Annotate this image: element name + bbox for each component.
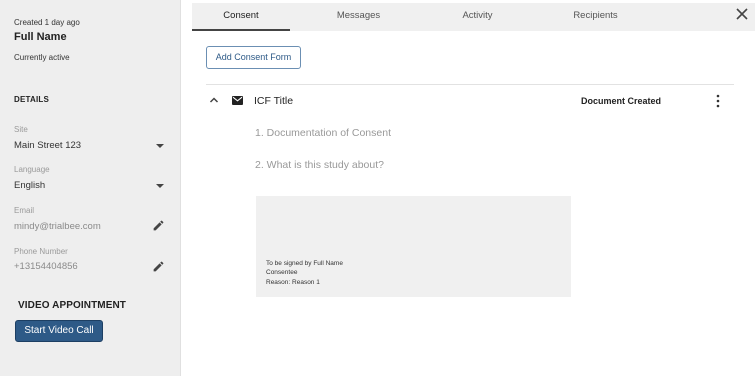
signature-reason: Reason: Reason 1 — [266, 279, 320, 286]
email-field: mindy@trialbee.com — [14, 221, 101, 232]
signature-role: Consentee — [266, 269, 298, 276]
tab-messages[interactable]: Messages — [316, 3, 401, 31]
envelope-icon — [232, 96, 243, 105]
site-select[interactable]: Main Street 123 — [14, 140, 81, 151]
divider — [206, 84, 734, 85]
site-chevron-down-icon[interactable] — [156, 144, 164, 148]
language-select[interactable]: English — [14, 180, 45, 191]
email-label: Email — [14, 206, 35, 215]
phone-field: +13154404856 — [14, 261, 78, 272]
more-vertical-icon[interactable] — [715, 94, 721, 108]
start-video-call-button[interactable]: Start Video Call — [15, 320, 103, 342]
consent-section-item[interactable]: 2. What is this study about? — [255, 159, 384, 171]
patient-status: Currently active — [14, 53, 70, 62]
site-label: Site — [14, 125, 28, 134]
signature-signer: To be signed by Full Name — [266, 260, 343, 267]
document-status: Document Created — [581, 96, 662, 106]
signature-box: To be signed by Full Name Consentee Reas… — [256, 196, 571, 297]
edit-phone-pencil-icon[interactable] — [152, 260, 165, 273]
tab-consent[interactable]: Consent — [192, 3, 290, 31]
created-date: Created 1 day ago — [14, 18, 80, 27]
language-chevron-down-icon[interactable] — [156, 184, 164, 188]
add-consent-form-button[interactable]: Add Consent Form — [206, 46, 301, 69]
video-appointment-heading: VIDEO APPOINTMENT — [18, 300, 127, 311]
tab-recipients[interactable]: Recipients — [553, 3, 638, 31]
consent-form-title[interactable]: ICF Title — [254, 95, 293, 107]
tab-bar: Consent Messages Activity Recipients — [192, 3, 755, 31]
language-label: Language — [14, 165, 50, 174]
consent-section-item[interactable]: 1. Documentation of Consent — [255, 127, 391, 139]
chevron-up-icon[interactable] — [209, 95, 219, 105]
details-heading: DETAILS — [14, 95, 50, 104]
phone-label: Phone Number — [14, 247, 68, 256]
close-icon[interactable] — [734, 6, 750, 22]
tab-activity[interactable]: Activity — [435, 3, 520, 31]
patient-sidebar: Created 1 day ago Full Name Currently ac… — [0, 0, 181, 376]
edit-email-pencil-icon[interactable] — [152, 219, 165, 232]
patient-name: Full Name — [14, 31, 67, 43]
